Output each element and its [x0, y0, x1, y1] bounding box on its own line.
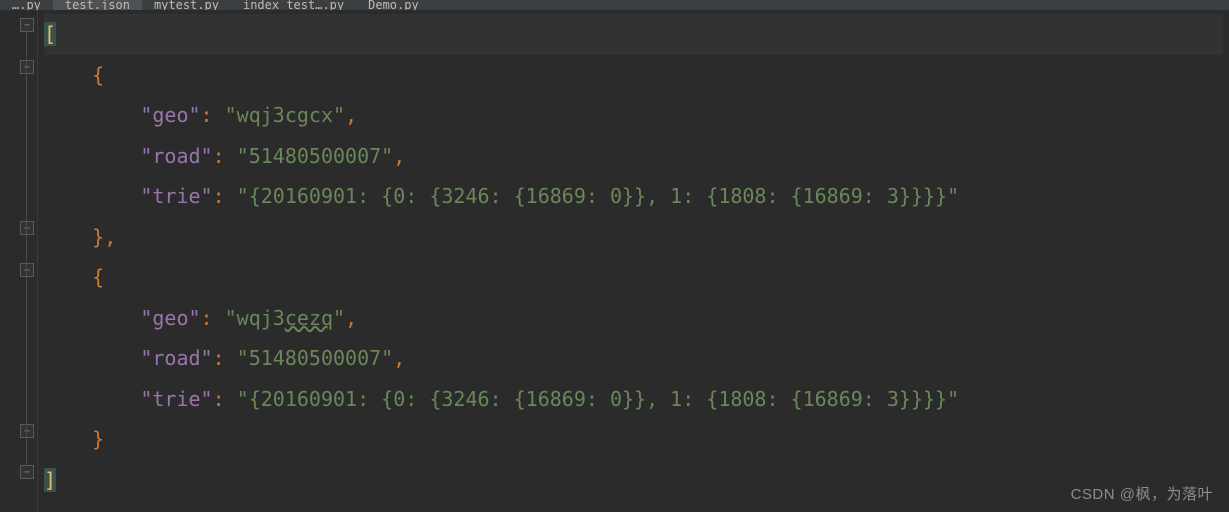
json-string: "51480500007"	[237, 346, 394, 370]
code-line: [	[44, 14, 1223, 55]
tab-file-1[interactable]: ….py	[0, 0, 53, 10]
json-string: "	[333, 306, 345, 330]
tab-file-active[interactable]: test.json	[53, 0, 142, 10]
code-line: {	[44, 257, 1223, 298]
comma: ,	[393, 346, 405, 370]
code-line: "road": "51480500007",	[44, 136, 1223, 177]
code-editor[interactable]: − − − − − − [ { "geo": "wqj3cgcx", "road…	[0, 10, 1229, 512]
code-line: "geo": "wqj3cezq",	[44, 298, 1223, 339]
code-line: "trie": "{20160901: {0: {3246: {16869: 0…	[44, 176, 1223, 217]
fold-icon[interactable]: −	[20, 424, 34, 438]
json-key: "trie"	[140, 184, 212, 208]
json-string: "wqj3	[225, 306, 285, 330]
brace-close: }	[92, 427, 104, 451]
code-line: ]	[44, 460, 1223, 501]
colon: :	[213, 387, 237, 411]
fold-icon[interactable]: −	[20, 18, 34, 32]
json-key: "road"	[140, 346, 212, 370]
json-key: "geo"	[140, 306, 200, 330]
brace-open: {	[92, 63, 104, 87]
fold-guide	[26, 32, 27, 465]
code-line: },	[44, 217, 1223, 258]
json-key: "geo"	[140, 103, 200, 127]
comma: ,	[345, 306, 357, 330]
brace-open: {	[92, 265, 104, 289]
bracket-close: ]	[44, 468, 56, 492]
code-line: "road": "51480500007",	[44, 338, 1223, 379]
comma: ,	[345, 103, 357, 127]
json-string-typo: cezq	[285, 306, 333, 330]
json-string: "{20160901: {0: {3246: {16869: 0}}, 1: {…	[237, 184, 959, 208]
colon: :	[201, 103, 225, 127]
json-string: "51480500007"	[237, 144, 394, 168]
fold-icon[interactable]: −	[20, 60, 34, 74]
code-line: "trie": "{20160901: {0: {3246: {16869: 0…	[44, 379, 1223, 420]
code-area[interactable]: [ { "geo": "wqj3cgcx", "road": "51480500…	[38, 10, 1229, 512]
brace-close: },	[92, 225, 116, 249]
comma: ,	[393, 144, 405, 168]
gutter: − − − − − −	[0, 10, 38, 512]
fold-icon[interactable]: −	[20, 465, 34, 479]
colon: :	[213, 184, 237, 208]
json-string: "wqj3cgcx"	[225, 103, 345, 127]
tab-file-5[interactable]: Demo.py	[356, 0, 431, 10]
bracket-open: [	[44, 22, 56, 46]
colon: :	[213, 346, 237, 370]
tab-bar: ….py test.json mytest.py index_test….py …	[0, 0, 1229, 10]
colon: :	[201, 306, 225, 330]
colon: :	[213, 144, 237, 168]
tab-file-4[interactable]: index_test….py	[231, 0, 356, 10]
code-line: }	[44, 419, 1223, 460]
code-line: "geo": "wqj3cgcx",	[44, 95, 1223, 136]
fold-icon[interactable]: −	[20, 263, 34, 277]
fold-icon[interactable]: −	[20, 221, 34, 235]
watermark: CSDN @枫，为落叶	[1071, 483, 1213, 504]
json-string: "{20160901: {0: {3246: {16869: 0}}, 1: {…	[237, 387, 959, 411]
tab-file-3[interactable]: mytest.py	[142, 0, 231, 10]
json-key: "trie"	[140, 387, 212, 411]
json-key: "road"	[140, 144, 212, 168]
code-line: {	[44, 55, 1223, 96]
